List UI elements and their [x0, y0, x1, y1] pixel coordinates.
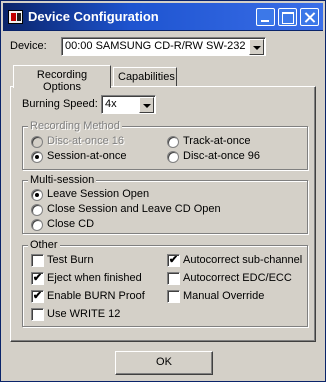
checkbox-use-write-12[interactable]: [31, 308, 44, 321]
burning-speed-select[interactable]: 4x: [101, 95, 156, 114]
close-button[interactable]: [300, 8, 319, 26]
checkbox-eject-when-finished[interactable]: ✔: [31, 272, 44, 285]
radio-leave-session-open-label: Leave Session Open: [47, 188, 150, 200]
radio-close-session-leave-cd-open-label: Close Session and Leave CD Open: [47, 203, 221, 215]
device-configuration-window: Device Configuration Device: 00:00 SAMSU…: [0, 0, 326, 382]
radio-session-at-once[interactable]: [31, 151, 43, 163]
check-mark-icon: ✔: [32, 290, 43, 302]
radio-leave-session-open[interactable]: [31, 189, 43, 201]
checkbox-test-burn[interactable]: [31, 254, 44, 267]
chevron-down-icon[interactable]: [249, 39, 264, 55]
tab-recording-options[interactable]: Recording Options: [13, 65, 111, 93]
checkbox-test-burn-label: Test Burn: [47, 254, 94, 266]
checkbox-autocorrect-sub-channel-label: Autocorrect sub-channel: [183, 254, 303, 266]
checkbox-use-write-12-label: Use WRITE 12: [47, 308, 121, 320]
radio-close-cd[interactable]: [31, 219, 43, 231]
app-icon: [8, 10, 23, 24]
radio-track-at-once[interactable]: [167, 136, 179, 148]
checkbox-autocorrect-edc-ecc-label: Autocorrect EDC/ECC: [183, 272, 292, 284]
check-mark-icon: ✔: [168, 254, 179, 266]
radio-disc-at-once-96-label: Disc-at-once 96: [183, 150, 261, 162]
minimize-button[interactable]: [256, 8, 275, 26]
chevron-down-icon[interactable]: [139, 97, 154, 113]
ok-button-label: OK: [156, 356, 172, 368]
burning-speed-label: Burning Speed:: [22, 98, 98, 110]
title-bar[interactable]: Device Configuration: [3, 3, 323, 31]
checkbox-eject-when-finished-label: Eject when finished: [47, 272, 142, 284]
device-select[interactable]: 00:00 SAMSUNG CD-R/RW SW-232I: [61, 37, 266, 56]
radio-session-at-once-label: Session-at-once: [47, 150, 127, 162]
multi-session-title: Multi-session: [28, 174, 97, 186]
radio-close-cd-label: Close CD: [47, 218, 95, 230]
window-title: Device Configuration: [28, 9, 159, 24]
ok-button[interactable]: OK: [115, 351, 213, 375]
checkbox-manual-override[interactable]: [167, 290, 180, 303]
recording-method-title: Recording Method: [28, 120, 122, 132]
burning-speed-value: 4x: [105, 98, 117, 110]
checkbox-autocorrect-sub-channel[interactable]: ✔: [167, 254, 180, 267]
maximize-button[interactable]: [278, 8, 297, 26]
radio-close-session-leave-cd-open[interactable]: [31, 204, 43, 216]
radio-track-at-once-label: Track-at-once: [183, 135, 251, 147]
radio-disc-at-once-16-label: Disc-at-once 16: [47, 135, 125, 147]
checkbox-manual-override-label: Manual Override: [183, 290, 265, 302]
radio-disc-at-once-16[interactable]: [31, 136, 43, 148]
checkbox-enable-burn-proof[interactable]: ✔: [31, 290, 44, 303]
radio-disc-at-once-96[interactable]: [167, 151, 179, 163]
device-label: Device:: [10, 40, 47, 52]
device-select-value: 00:00 SAMSUNG CD-R/RW SW-232I: [65, 40, 245, 52]
checkbox-enable-burn-proof-label: Enable BURN Proof: [47, 290, 145, 302]
tab-capabilities-label: Capabilities: [118, 71, 175, 83]
tab-recording-options-label: Recording Options: [36, 69, 88, 93]
other-title: Other: [28, 239, 60, 251]
recording-method-group: [22, 126, 308, 170]
checkbox-autocorrect-edc-ecc[interactable]: [167, 272, 180, 285]
check-mark-icon: ✔: [32, 272, 43, 284]
tab-capabilities[interactable]: Capabilities: [113, 67, 177, 87]
